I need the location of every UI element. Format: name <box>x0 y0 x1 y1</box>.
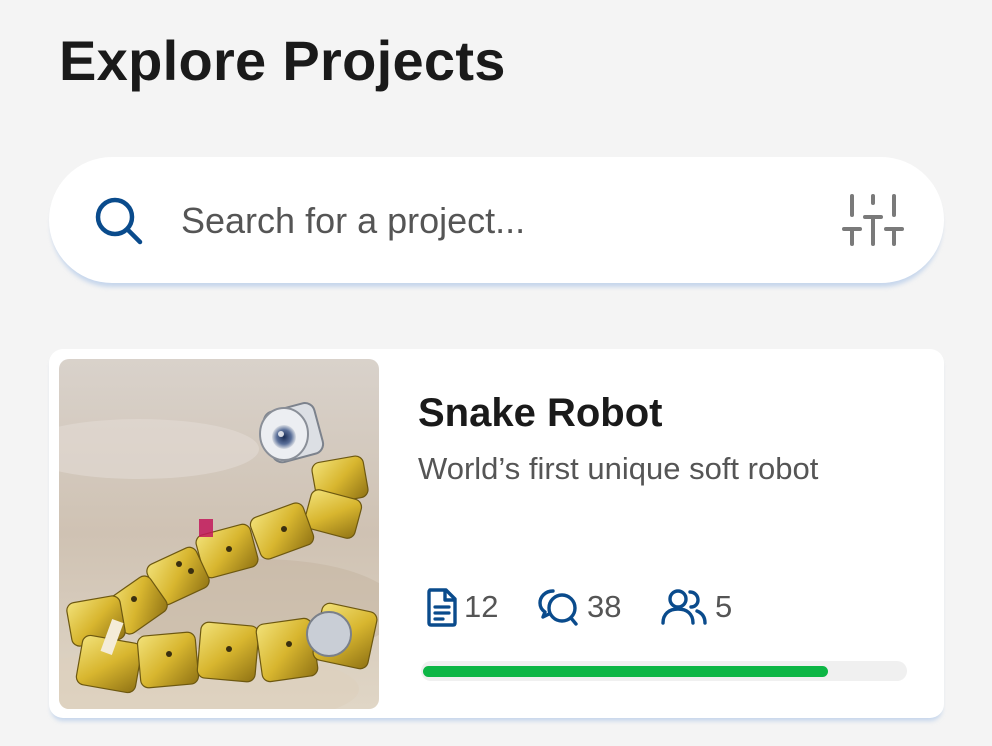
chat-icon <box>538 589 578 626</box>
snake-robot-photo <box>59 359 379 709</box>
documents-count: 12 <box>464 589 499 624</box>
search-input[interactable] <box>179 195 803 247</box>
members-count: 5 <box>715 589 733 624</box>
documents-stat: 12 <box>426 585 498 629</box>
progress-fill <box>423 666 828 677</box>
project-description: World’s first unique soft robot <box>418 451 819 486</box>
comments-count: 38 <box>587 589 622 624</box>
comments-stat: 38 <box>537 585 621 629</box>
page-title: Explore Projects <box>59 29 506 92</box>
members-stat: 5 <box>659 585 732 629</box>
project-image <box>59 359 379 709</box>
users-icon <box>661 589 707 625</box>
progress-bar <box>421 661 907 681</box>
sliders-icon[interactable] <box>842 193 904 247</box>
search-icon <box>95 197 143 245</box>
search-bar <box>49 157 944 283</box>
explore-projects-screen: Explore Projects Search for a project...… <box>0 0 992 746</box>
document-icon <box>427 588 457 627</box>
project-title: Snake Robot <box>418 391 663 435</box>
project-card[interactable]: Snake Robot World’s first unique soft ro… <box>49 349 944 718</box>
